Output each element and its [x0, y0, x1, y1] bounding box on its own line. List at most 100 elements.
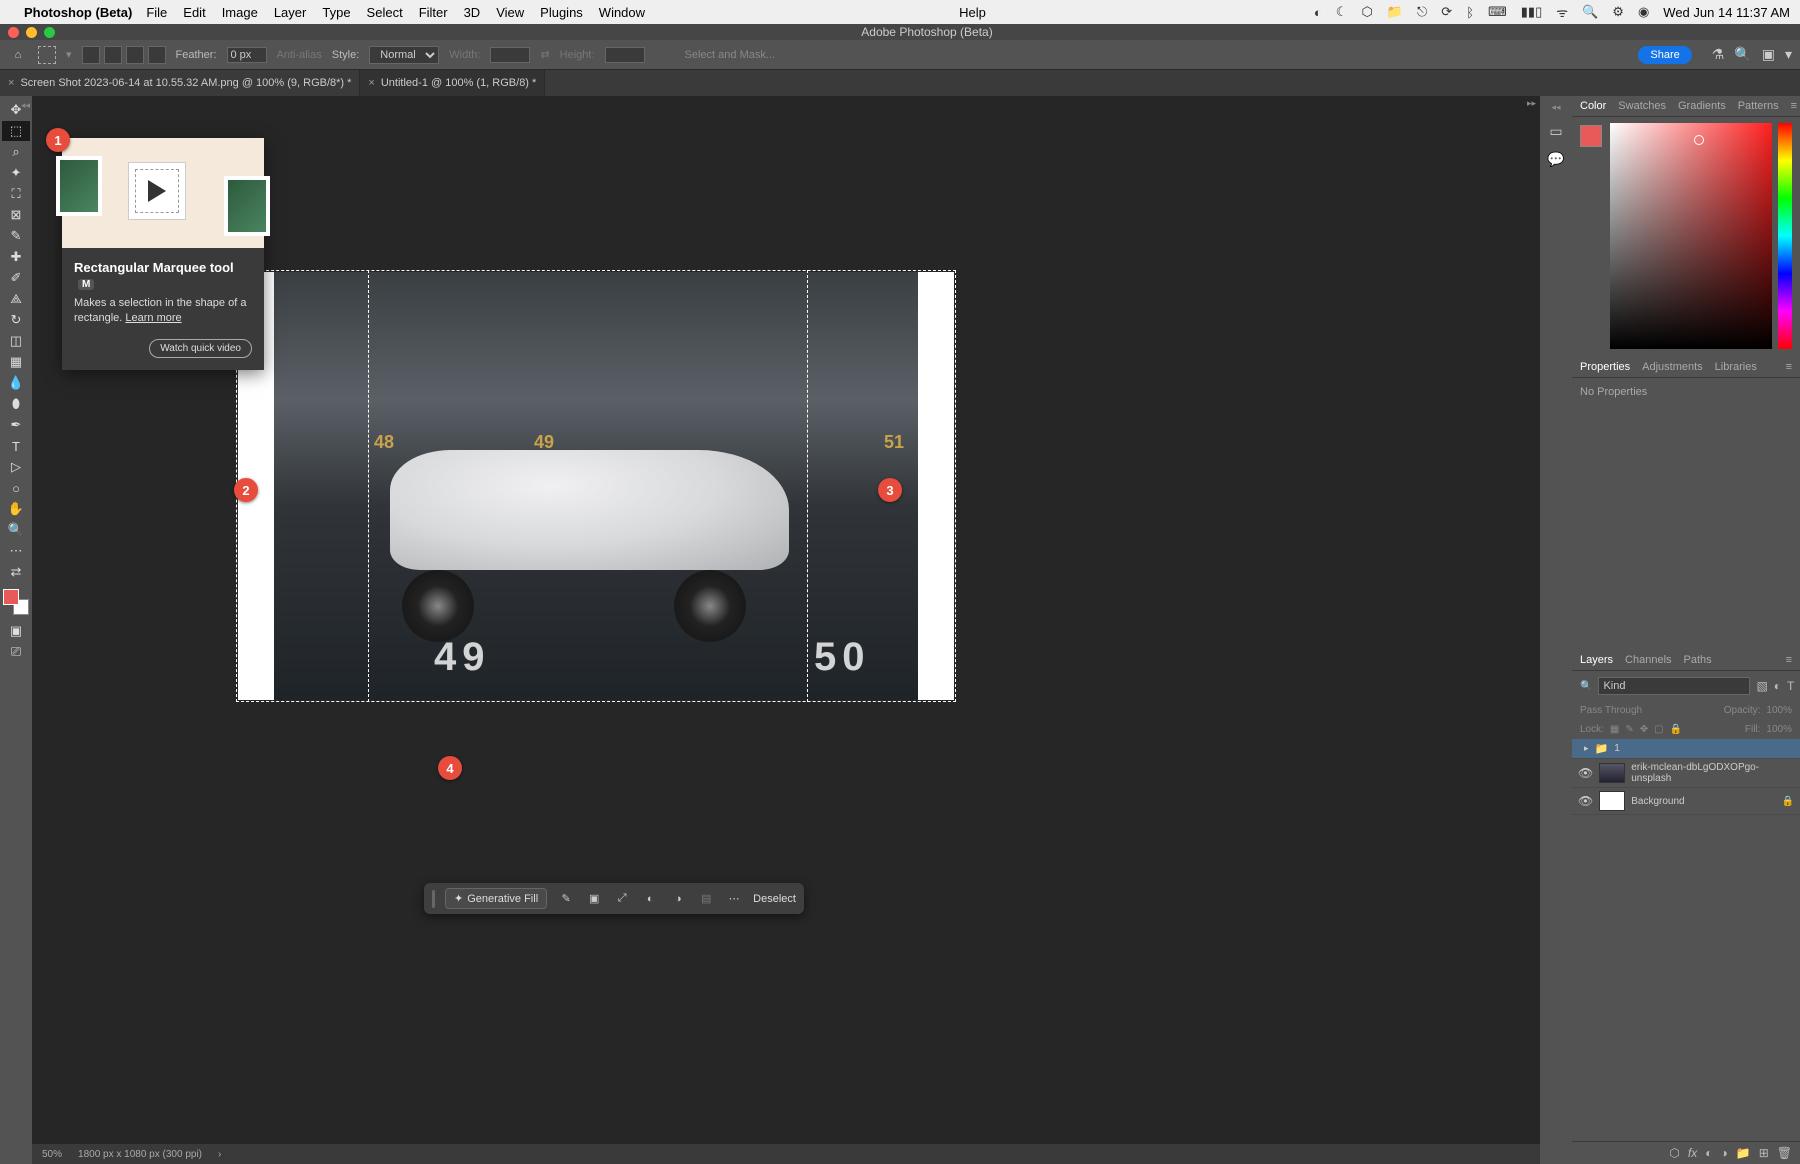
- generative-fill-button[interactable]: ✦Generative Fill: [445, 888, 547, 909]
- menu-window[interactable]: Window: [599, 5, 645, 20]
- eraser-tool-icon[interactable]: ◫: [2, 331, 30, 351]
- window-minimize-icon[interactable]: [26, 27, 37, 38]
- new-group-icon[interactable]: 📁: [1736, 1146, 1751, 1160]
- adjust-icon[interactable]: ◑: [669, 890, 687, 908]
- menu-filter[interactable]: Filter: [419, 5, 448, 20]
- status-wifi-icon[interactable]: ᯤ: [1556, 3, 1568, 21]
- status-battery-icon[interactable]: ▮▮▯: [1521, 4, 1542, 20]
- lock-all-icon[interactable]: 🔒: [1670, 724, 1682, 735]
- wand-tool-icon[interactable]: ✦: [2, 163, 30, 183]
- comments-panel-icon[interactable]: 💬: [1546, 149, 1566, 169]
- status-keyboard-icon[interactable]: ⌨: [1488, 4, 1507, 20]
- style-select[interactable]: Normal: [369, 46, 439, 64]
- zoom-tool-icon[interactable]: 🔍: [2, 520, 30, 540]
- layer-thumbnail[interactable]: [1599, 791, 1625, 811]
- layer-row[interactable]: 👁 Background 🔒: [1572, 788, 1800, 815]
- lasso-tool-icon[interactable]: ⌕: [2, 142, 30, 162]
- document-tab[interactable]: × Screen Shot 2023-06-14 at 10.55.32 AM.…: [0, 70, 360, 96]
- path-select-tool-icon[interactable]: ▷: [2, 457, 30, 477]
- menu-view[interactable]: View: [496, 5, 524, 20]
- lock-transparency-icon[interactable]: ▦: [1610, 724, 1619, 735]
- workspace-chevron-icon[interactable]: ▾: [1785, 46, 1792, 63]
- new-selection-icon[interactable]: [82, 46, 100, 64]
- filter-pixel-icon[interactable]: ▧: [1756, 679, 1767, 693]
- fill-icon[interactable]: ▤: [697, 890, 715, 908]
- menu-select[interactable]: Select: [367, 5, 403, 20]
- lock-position-icon[interactable]: ✥: [1640, 724, 1648, 735]
- menu-datetime[interactable]: Wed Jun 14 11:37 AM: [1663, 5, 1790, 20]
- fg-bg-color-swatch[interactable]: [3, 589, 29, 615]
- share-button[interactable]: Share: [1638, 46, 1691, 64]
- app-name[interactable]: Photoshop (Beta): [24, 5, 132, 20]
- zoom-level[interactable]: 50%: [42, 1149, 62, 1160]
- collapse-icon[interactable]: ▸▸: [1527, 98, 1536, 109]
- eyedropper-tool-icon[interactable]: ✎: [2, 226, 30, 246]
- tab-properties[interactable]: Properties: [1580, 361, 1630, 373]
- status-app-icon[interactable]: ◐: [1314, 5, 1322, 20]
- menu-3d[interactable]: 3D: [464, 5, 481, 20]
- visibility-icon[interactable]: 👁: [1578, 794, 1593, 808]
- status-spotlight-icon[interactable]: 🔍: [1582, 4, 1598, 20]
- tab-swatches[interactable]: Swatches: [1618, 100, 1666, 112]
- add-selection-icon[interactable]: [104, 46, 122, 64]
- fg-color-icon[interactable]: [3, 589, 19, 605]
- link-layers-icon[interactable]: ⬡: [1669, 1146, 1679, 1160]
- status-control-center-icon[interactable]: ⚙: [1612, 4, 1624, 20]
- document-canvas[interactable]: 48 49 51 49 50: [238, 272, 954, 700]
- status-folder-icon[interactable]: 📁: [1387, 4, 1403, 20]
- status-cc-icon[interactable]: ⬡: [1361, 4, 1372, 20]
- filter-adjust-icon[interactable]: ◐: [1774, 679, 1781, 693]
- filter-type-icon[interactable]: T: [1787, 679, 1794, 693]
- search-icon[interactable]: 🔍: [1734, 46, 1751, 63]
- beaker-icon[interactable]: ⚗: [1712, 46, 1725, 63]
- color-picker[interactable]: [1572, 117, 1800, 357]
- hue-slider[interactable]: [1778, 123, 1792, 349]
- fill-value[interactable]: 100%: [1766, 724, 1792, 735]
- edit-toolbar-icon[interactable]: ⇄: [2, 562, 30, 582]
- panel-menu-icon[interactable]: ≡: [1786, 361, 1792, 373]
- tab-paths[interactable]: Paths: [1684, 654, 1712, 666]
- home-icon[interactable]: ⌂: [8, 45, 28, 65]
- blur-tool-icon[interactable]: 💧: [2, 373, 30, 393]
- panel-menu-icon[interactable]: ≡: [1791, 100, 1797, 112]
- status-bluetooth-icon[interactable]: ᛒ: [1466, 5, 1474, 20]
- tab-channels[interactable]: Channels: [1625, 654, 1671, 666]
- mask-icon[interactable]: ◐: [641, 890, 659, 908]
- lock-artboard-icon[interactable]: ▢: [1654, 724, 1663, 735]
- hand-tool-icon[interactable]: ✋: [2, 499, 30, 519]
- menu-edit[interactable]: Edit: [183, 5, 205, 20]
- menu-type[interactable]: Type: [322, 5, 350, 20]
- lock-icon[interactable]: 🔒: [1782, 796, 1794, 807]
- transform-icon[interactable]: ⤢: [613, 890, 631, 908]
- select-and-mask-button[interactable]: Select and Mask...: [685, 49, 776, 61]
- layer-name[interactable]: 1: [1614, 743, 1794, 754]
- contextual-task-bar[interactable]: ✦Generative Fill ✎ ▣ ⤢ ◐ ◑ ▤ ⋯ Deselect: [424, 883, 804, 914]
- play-icon[interactable]: [148, 180, 166, 202]
- layer-name[interactable]: Background: [1631, 796, 1775, 807]
- menu-help[interactable]: Help: [959, 5, 986, 20]
- screenmode-tool-icon[interactable]: ⎚: [2, 642, 30, 662]
- tool-preset-icon[interactable]: [38, 46, 56, 64]
- shape-tool-icon[interactable]: ○: [2, 478, 30, 498]
- subtract-selection-icon[interactable]: [126, 46, 144, 64]
- drag-handle-icon[interactable]: [432, 890, 435, 908]
- status-sync-icon[interactable]: ⟳: [1441, 4, 1452, 20]
- more-tools-icon[interactable]: ⋯: [2, 541, 30, 561]
- tab-adjustments[interactable]: Adjustments: [1642, 361, 1703, 373]
- collapse-icon[interactable]: ◂◂: [21, 100, 30, 111]
- history-panel-icon[interactable]: ▭: [1546, 121, 1566, 141]
- layer-row[interactable]: ▸ 📁 1: [1572, 739, 1800, 759]
- visibility-icon[interactable]: 👁: [1578, 766, 1593, 780]
- history-brush-tool-icon[interactable]: ↻: [2, 310, 30, 330]
- lock-pixels-icon[interactable]: ✎: [1625, 724, 1633, 735]
- tab-close-icon[interactable]: ×: [8, 77, 14, 89]
- color-field[interactable]: [1610, 123, 1772, 349]
- tab-patterns[interactable]: Patterns: [1738, 100, 1779, 112]
- learn-more-link[interactable]: Learn more: [125, 312, 181, 324]
- marquee-tool-icon[interactable]: ⬚: [2, 121, 30, 141]
- workspace-icon[interactable]: ▣: [1762, 46, 1775, 63]
- current-color-swatch[interactable]: [1580, 125, 1602, 147]
- layer-mask-icon[interactable]: ◐: [1705, 1146, 1712, 1160]
- collapse-icon[interactable]: ◂◂: [1551, 102, 1560, 113]
- tab-color[interactable]: Color: [1580, 100, 1606, 112]
